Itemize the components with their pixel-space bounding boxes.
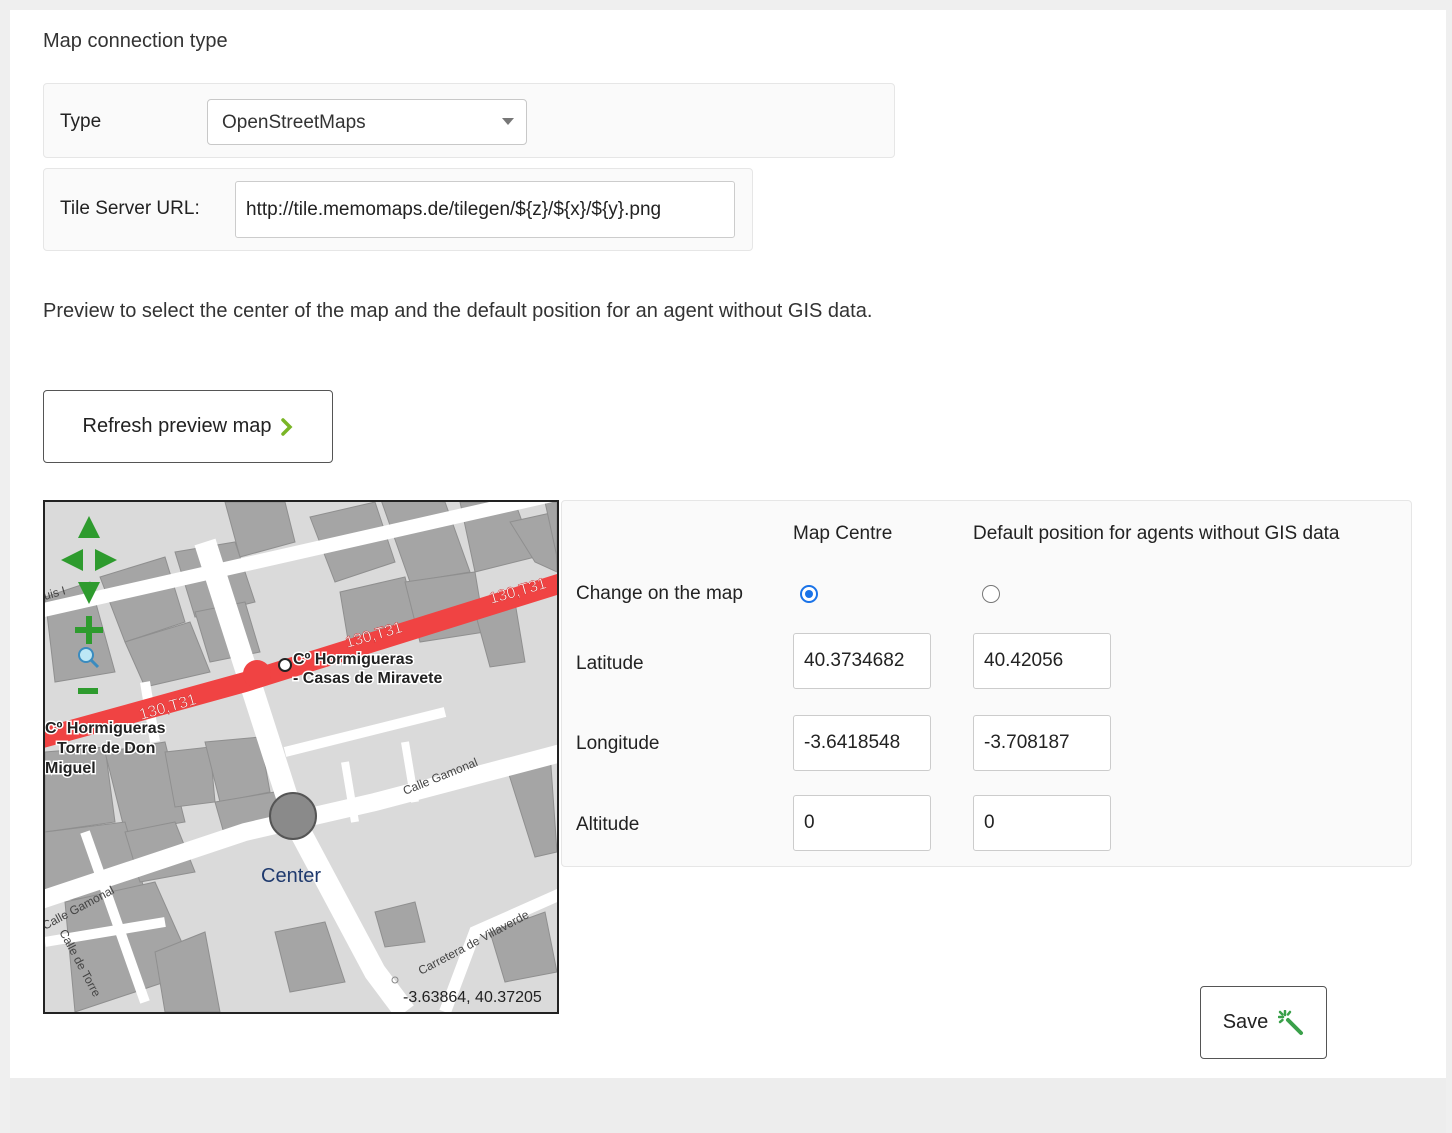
centre-latitude-input[interactable] [793, 633, 931, 689]
map-coordinates: -3.63864, 40.37205 [403, 989, 542, 1006]
magic-wand-icon [1278, 1009, 1304, 1035]
row-label-change-on-map: Change on the map [576, 583, 743, 604]
stop-label: Cº Hormigueras [293, 651, 414, 668]
row-label-latitude: Latitude [576, 653, 644, 674]
tile-server-label: Tile Server URL: [60, 198, 200, 219]
center-label: Center [261, 865, 321, 887]
default-longitude-input[interactable] [973, 715, 1111, 771]
centre-longitude-input[interactable] [793, 715, 931, 771]
stop-label: Torre de Don [57, 740, 155, 757]
center-marker[interactable] [269, 792, 317, 840]
tile-server-row: Tile Server URL: [43, 168, 753, 251]
default-altitude-input[interactable] [973, 795, 1111, 851]
stop-label: Cº Hormigueras [45, 720, 166, 737]
column-header-map-centre: Map Centre [793, 523, 893, 544]
stop-label: Miguel [45, 760, 96, 777]
map-canvas[interactable]: 130,T31 130,T31 130,T31 Cº Hormigueras -… [45, 502, 557, 1012]
refresh-preview-button[interactable]: Refresh preview map [43, 390, 333, 463]
footer-bar [10, 1078, 1446, 1133]
section-title: Map connection type [43, 30, 228, 52]
radio-default-position[interactable] [982, 585, 1000, 603]
type-label: Type [60, 111, 102, 132]
row-label-longitude: Longitude [576, 733, 660, 754]
tile-server-input[interactable] [235, 181, 735, 238]
row-label-altitude: Altitude [576, 814, 640, 835]
chevron-down-icon [502, 118, 514, 125]
type-select[interactable]: OpenStreetMaps [207, 99, 527, 145]
save-label: Save [1222, 1011, 1269, 1033]
settings-panel: Map connection type Type OpenStreetMaps … [10, 10, 1446, 1078]
coordinates-panel: Map Centre Default position for agents w… [561, 500, 1412, 867]
stop-label: - Casas de Miravete [293, 670, 443, 687]
default-latitude-input[interactable] [973, 633, 1111, 689]
zoom-out-icon[interactable] [78, 688, 98, 694]
column-header-default-position: Default position for agents without GIS … [973, 523, 1340, 544]
centre-altitude-input[interactable] [793, 795, 931, 851]
type-select-value: OpenStreetMaps [222, 112, 366, 133]
preview-description: Preview to select the center of the map … [43, 300, 873, 322]
chevron-right-icon [281, 417, 293, 436]
preview-map[interactable]: 130,T31 130,T31 130,T31 Cº Hormigueras -… [43, 500, 559, 1014]
refresh-preview-label: Refresh preview map [82, 415, 272, 437]
type-row: Type OpenStreetMaps [43, 83, 895, 158]
radio-map-centre[interactable] [800, 585, 818, 603]
save-button[interactable]: Save [1200, 986, 1327, 1059]
